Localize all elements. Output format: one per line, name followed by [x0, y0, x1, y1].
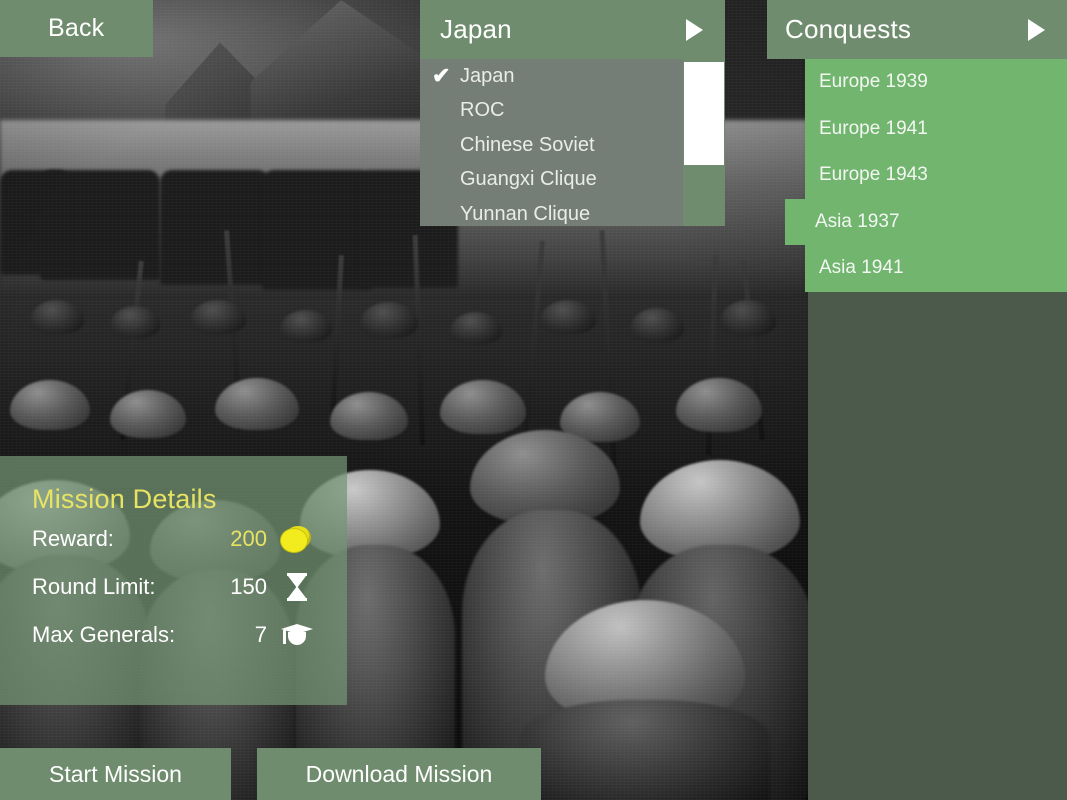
back-button-label: Back	[48, 14, 105, 42]
start-mission-button[interactable]: Start Mission	[0, 748, 231, 800]
conquest-item-label: Europe 1941	[819, 117, 928, 139]
conquests-list[interactable]: Europe 1939 Europe 1941 Europe 1943 Asia…	[785, 59, 1067, 293]
check-icon: ✔	[432, 63, 451, 89]
reward-label: Reward:	[32, 526, 114, 551]
round-limit-value: 150	[230, 574, 267, 599]
download-mission-label: Download Mission	[305, 760, 493, 787]
conquests-selector-title: Conquests	[785, 14, 912, 44]
faction-option-yunnan-clique[interactable]: Yunnan Clique	[420, 197, 683, 226]
conquest-item-asia-1941[interactable]: Asia 1941	[805, 245, 1067, 292]
conquest-item-europe-1943[interactable]: Europe 1943	[805, 152, 1067, 199]
faction-option-japan[interactable]: ✔ Japan	[420, 59, 683, 94]
mission-detail-row-max-generals: Max Generals: 7	[32, 611, 327, 659]
faction-option-roc[interactable]: ROC	[420, 94, 683, 129]
conquest-item-europe-1941[interactable]: Europe 1941	[805, 105, 1067, 152]
back-button[interactable]: Back	[0, 0, 153, 57]
start-mission-label: Start Mission	[49, 760, 182, 787]
coin-icon	[279, 522, 313, 556]
faction-option-label: Chinese Soviet	[460, 133, 595, 156]
mission-details-panel: Mission Details Reward: 200 Round Limit:…	[0, 456, 347, 705]
faction-option-chinese-soviet[interactable]: Chinese Soviet	[420, 128, 683, 163]
faction-dropdown-list[interactable]: ✔ Japan ROC Chinese Soviet Guangxi Cliqu…	[420, 59, 683, 226]
reward-value: 200	[230, 526, 267, 551]
conquest-item-asia-1937[interactable]: Asia 1937	[785, 198, 1067, 245]
faction-option-guangxi-clique[interactable]: Guangxi Clique	[420, 163, 683, 198]
game-mission-select-screen: Back Japan ✔ Japan ROC Chinese Soviet Gu…	[0, 0, 1067, 800]
download-mission-button[interactable]: Download Mission	[257, 748, 541, 800]
round-limit-label: Round Limit:	[32, 574, 156, 599]
mission-details-title: Mission Details	[32, 484, 217, 514]
conquest-item-label: Asia 1941	[819, 257, 904, 279]
faction-option-label: Yunnan Clique	[460, 202, 591, 225]
max-generals-label: Max Generals:	[32, 622, 176, 647]
conquest-item-label: Asia 1937	[815, 210, 900, 232]
mission-detail-row-reward: Reward: 200	[32, 515, 327, 563]
hourglass-icon	[279, 570, 313, 604]
mission-detail-row-round-limit: Round Limit: 150	[32, 563, 327, 611]
conquest-item-label: Europe 1939	[819, 71, 928, 93]
faction-selector-header[interactable]: Japan	[420, 0, 725, 59]
conquest-item-europe-1939[interactable]: Europe 1939	[805, 59, 1067, 106]
triangle-right-icon	[686, 18, 703, 41]
faction-option-label: Japan	[460, 64, 515, 87]
conquests-selector-header[interactable]: Conquests	[767, 0, 1067, 59]
faction-option-label: ROC	[460, 99, 505, 122]
faction-selector-title: Japan	[440, 14, 512, 44]
max-generals-value: 7	[254, 622, 267, 647]
conquest-item-label: Europe 1943	[819, 164, 928, 186]
faction-dropdown-scrollbar-thumb[interactable]	[684, 62, 724, 165]
faction-option-label: Guangxi Clique	[460, 168, 597, 191]
triangle-right-icon	[1028, 18, 1045, 41]
graduation-cap-icon	[279, 618, 313, 652]
